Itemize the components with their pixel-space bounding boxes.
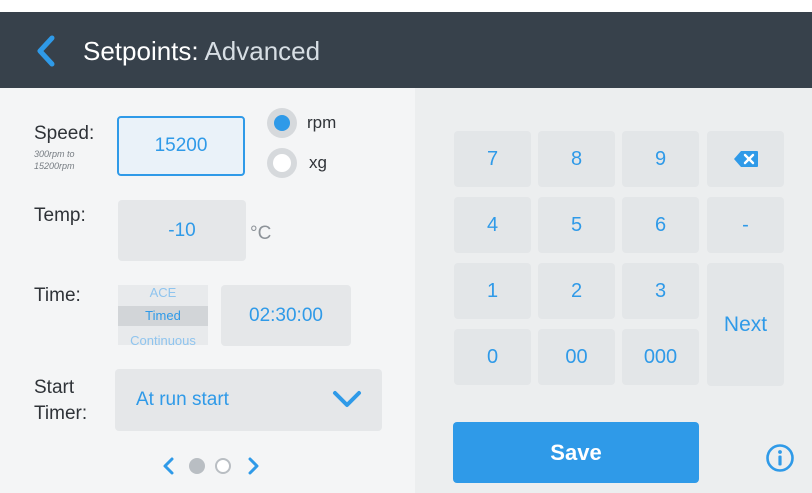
speed-range-line1: 300rpm to	[34, 149, 75, 159]
save-button[interactable]: Save	[453, 422, 699, 483]
page-dot-active[interactable]	[189, 458, 205, 474]
next-page-icon[interactable]	[246, 456, 262, 476]
temp-label: Temp:	[34, 205, 86, 226]
start-timer-label-line2: Timer:	[34, 403, 88, 424]
xg-radio-label: xg	[309, 153, 327, 172]
temp-input[interactable]: -10	[118, 200, 246, 261]
header-bar: Setpoints: Advanced	[0, 12, 812, 88]
time-mode-option-ace[interactable]: ACE	[118, 285, 208, 300]
speed-input[interactable]: 15200	[117, 116, 245, 176]
time-input[interactable]: 02:30:00	[221, 285, 351, 346]
time-mode-option-timed[interactable]: Timed	[118, 308, 208, 323]
start-timer-selected-value: At run start	[136, 389, 229, 410]
chevron-down-icon	[333, 391, 361, 407]
time-mode-option-continuous[interactable]: Continuous	[118, 333, 208, 345]
xg-radio[interactable]	[267, 148, 297, 178]
key-00[interactable]: 00	[538, 329, 615, 385]
speed-label: Speed:	[34, 123, 95, 144]
page-dot-inactive[interactable]	[215, 458, 231, 474]
minus-key[interactable]: -	[707, 197, 784, 253]
key-4[interactable]: 4	[454, 197, 531, 253]
speed-range-line2: 15200rpm	[34, 161, 75, 171]
next-key[interactable]: Next	[707, 263, 784, 386]
start-timer-label-line1: Start	[34, 377, 75, 398]
page-title-sub: Advanced	[204, 36, 321, 66]
key-3[interactable]: 3	[622, 263, 699, 319]
key-000[interactable]: 000	[622, 329, 699, 385]
start-timer-dropdown[interactable]: At run start	[115, 369, 382, 431]
key-8[interactable]: 8	[538, 131, 615, 187]
rpm-radio-label: rpm	[307, 113, 337, 132]
key-2[interactable]: 2	[538, 263, 615, 319]
key-7[interactable]: 7	[454, 131, 531, 187]
page-title-main: Setpoints:	[83, 36, 199, 66]
key-5[interactable]: 5	[538, 197, 615, 253]
page-title: Setpoints: Advanced	[83, 36, 320, 67]
backspace-icon	[733, 151, 758, 167]
time-label: Time:	[34, 285, 81, 306]
info-icon[interactable]	[765, 443, 795, 473]
key-0[interactable]: 0	[454, 329, 531, 385]
rpm-radio[interactable]	[267, 108, 297, 138]
temp-unit: °C	[250, 223, 272, 244]
key-9[interactable]: 9	[622, 131, 699, 187]
backspace-key[interactable]	[707, 131, 784, 187]
key-1[interactable]: 1	[454, 263, 531, 319]
time-mode-picker[interactable]: ACE Timed Continuous	[118, 285, 208, 345]
back-chevron-icon[interactable]	[30, 34, 64, 68]
key-6[interactable]: 6	[622, 197, 699, 253]
previous-page-icon[interactable]	[160, 456, 176, 476]
